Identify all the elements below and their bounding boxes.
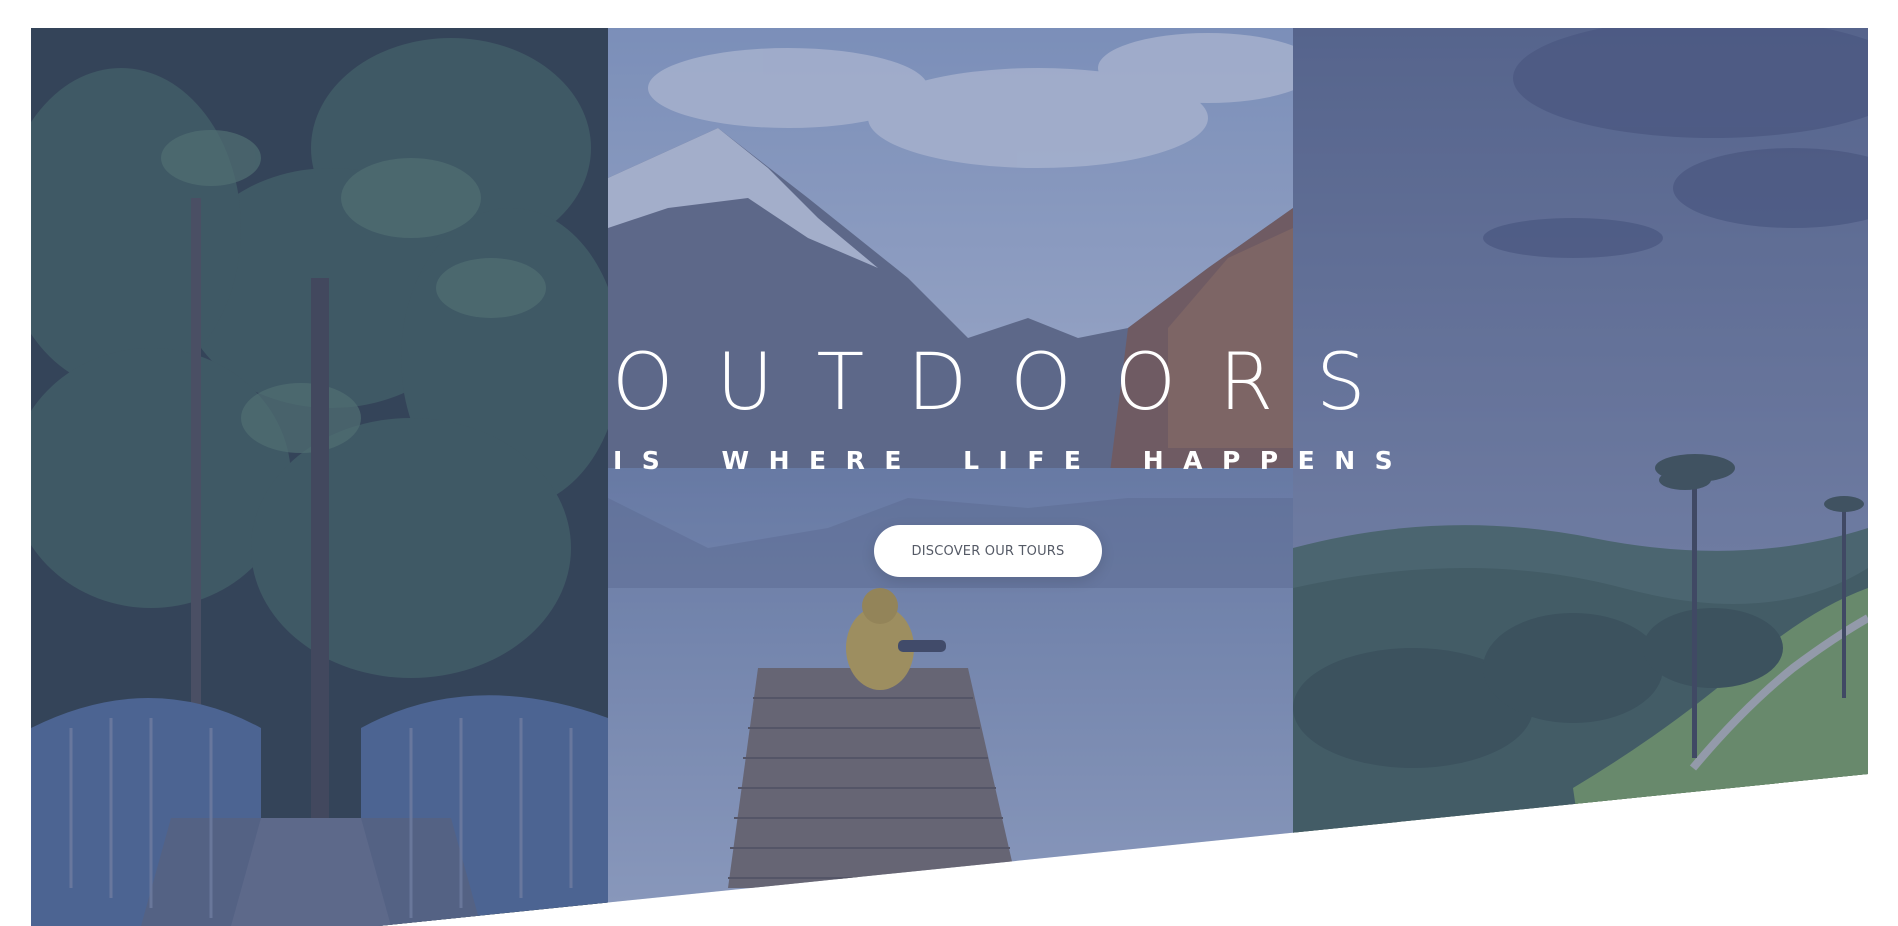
hero-section: OUTDOORS IS WHERE LIFE HAPPENS DISCOVER … [31, 28, 1868, 926]
hero-text-box: OUTDOORS IS WHERE LIFE HAPPENS DISCOVER … [31, 28, 1868, 926]
hero-subheadline: IS WHERE LIFE HAPPENS [613, 446, 1413, 475]
hero-headline: OUTDOORS [612, 338, 1409, 428]
discover-tours-button[interactable]: DISCOVER OUR TOURS [874, 525, 1102, 577]
